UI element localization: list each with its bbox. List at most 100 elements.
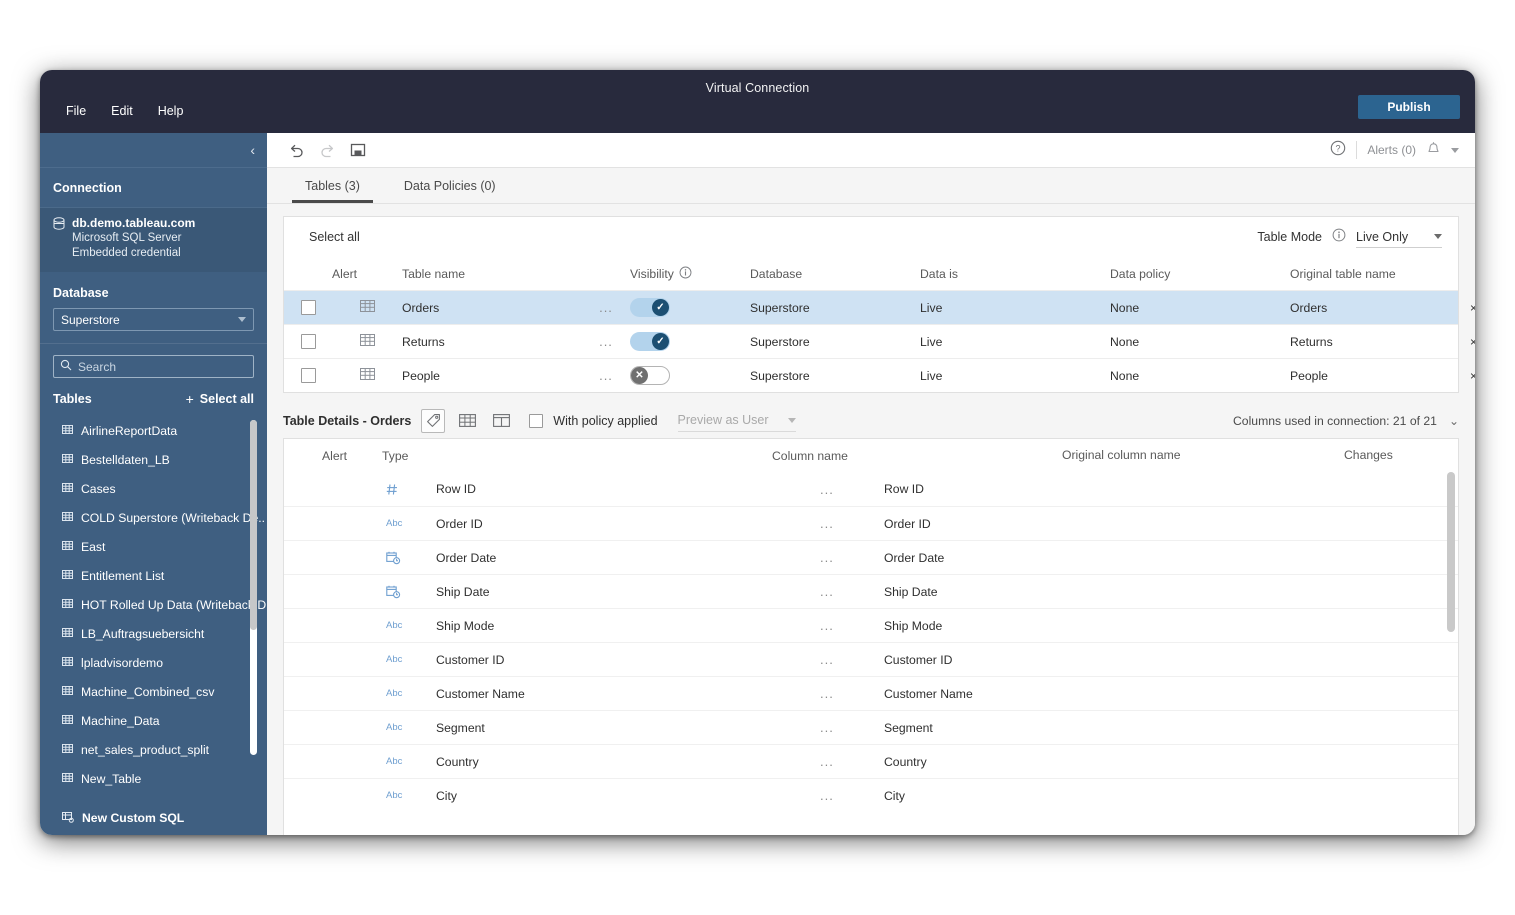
tables-panel-toolbar: Select all Table Mode Live Only <box>284 217 1458 257</box>
sidebar-scrollbar-track[interactable] <box>250 420 257 755</box>
column-type-icon <box>382 483 430 496</box>
sidebar-table-item[interactable]: COLD Superstore (Writeback De.. <box>53 503 267 532</box>
details-scrollbar-thumb[interactable] <box>1447 472 1455 632</box>
column-detail-row[interactable]: Row ID... Row ID <box>284 472 1458 506</box>
table-row[interactable]: Orders ... ✓ Superstore Live None Orders… <box>284 290 1475 324</box>
chevron-down-icon[interactable] <box>1451 147 1459 153</box>
sidebar-table-item[interactable]: Bestelldaten_LB <box>53 445 267 474</box>
bell-icon[interactable] <box>1426 140 1441 161</box>
preview-as-user-select[interactable]: Preview as User <box>677 410 796 432</box>
column-detail-row[interactable]: Order Date... Order Date <box>284 540 1458 574</box>
sidebar-table-label: Bestelldaten_LB <box>81 452 170 467</box>
row-menu-button[interactable]: ... <box>599 300 613 315</box>
save-icon[interactable] <box>345 137 371 163</box>
search-box[interactable] <box>53 355 254 378</box>
visibility-toggle[interactable]: ✕ <box>630 366 670 385</box>
sidebar-table-item[interactable]: Machine_Combined_csv <box>53 677 267 706</box>
column-menu-button[interactable]: ... <box>820 516 834 531</box>
table-grid-icon <box>62 598 73 612</box>
menu-edit[interactable]: Edit <box>111 104 133 118</box>
sidebar-table-item[interactable]: East <box>53 532 267 561</box>
table-row-data-is: Live <box>920 334 943 349</box>
table-mode-select[interactable]: Live Only <box>1356 226 1442 248</box>
with-policy-applied-checkbox[interactable] <box>529 413 544 428</box>
column-detail-row[interactable]: Abc Ship Mode... Ship Mode <box>284 608 1458 642</box>
tag-icon[interactable] <box>421 408 446 433</box>
details-scrollbar-track[interactable] <box>1447 472 1455 835</box>
column-menu-button[interactable]: ... <box>820 686 834 701</box>
table-mode-group: Table Mode Live Only <box>1257 226 1442 248</box>
sidebar-table-item[interactable]: lpladvisordemo <box>53 648 267 677</box>
table-grid-icon[interactable] <box>455 409 479 433</box>
column-detail-row[interactable]: Abc City... City <box>284 778 1458 812</box>
tables-panel: Select all Table Mode Live Only Alert Ta… <box>283 216 1475 393</box>
publish-button[interactable]: Publish <box>1358 95 1460 119</box>
sidebar-table-item[interactable]: Entitlement List <box>53 561 267 590</box>
info-icon[interactable] <box>679 266 692 282</box>
menu-file[interactable]: File <box>66 104 86 118</box>
row-checkbox[interactable] <box>300 300 316 315</box>
sidebar-table-item[interactable]: HOT Rolled Up Data (Writeback D.. <box>53 590 267 619</box>
column-menu-button[interactable]: ... <box>820 652 834 667</box>
sidebar-scrollbar-thumb[interactable] <box>250 420 257 630</box>
column-detail-original-name: Country <box>884 754 927 769</box>
visibility-toggle[interactable]: ✓ <box>630 298 670 317</box>
column-menu-button[interactable]: ... <box>820 584 834 599</box>
column-menu-button[interactable]: ... <box>820 754 834 769</box>
remove-table-icon[interactable]: × <box>1470 335 1475 349</box>
sidebar-table-item[interactable]: net_sales_product_split <box>53 735 267 764</box>
with-policy-applied-label[interactable]: With policy applied <box>553 414 657 428</box>
tab-data-policies[interactable]: Data Policies (0) <box>382 168 518 203</box>
sidebar-select-all-button[interactable]: + Select all <box>186 392 254 406</box>
help-circle-icon[interactable]: ? <box>1330 140 1346 161</box>
alerts-label[interactable]: Alerts (0) <box>1367 143 1416 157</box>
row-checkbox[interactable] <box>300 368 316 383</box>
table-grid-icon <box>62 482 73 496</box>
tab-tables[interactable]: Tables (3) <box>283 168 382 203</box>
table-row[interactable]: Returns ... ✓ Superstore Live None Retur… <box>284 324 1475 358</box>
chevron-left-icon[interactable]: ‹ <box>250 143 255 157</box>
new-custom-sql-button[interactable]: New Custom SQL <box>40 801 267 835</box>
table-grid-icon <box>62 743 73 757</box>
column-menu-button[interactable]: ... <box>820 618 834 633</box>
column-detail-row[interactable]: Abc Country... Country <box>284 744 1458 778</box>
col-header-alert: Alert <box>332 266 358 281</box>
info-icon[interactable] <box>1332 228 1346 247</box>
column-detail-row[interactable]: Abc Customer Name... Customer Name <box>284 676 1458 710</box>
sidebar-table-label: East <box>81 539 106 554</box>
column-detail-row[interactable]: Abc Segment... Segment <box>284 710 1458 744</box>
row-checkbox[interactable] <box>300 334 316 349</box>
connection-card[interactable]: db.demo.tableau.com Microsoft SQL Server… <box>40 207 267 272</box>
sidebar-table-item[interactable]: Cases <box>53 474 267 503</box>
undo-icon[interactable] <box>283 137 309 163</box>
sidebar-tables-list[interactable]: AirlineReportData Bestelldaten_LB Cases <box>40 416 267 801</box>
table-grid-icon <box>62 627 73 641</box>
table-row-original-name: Orders <box>1290 300 1328 315</box>
column-detail-row[interactable]: Abc Order ID... Order ID <box>284 506 1458 540</box>
database-select[interactable]: Superstore <box>53 308 254 331</box>
sidebar-table-label: LB_Auftragsuebersicht <box>81 626 205 641</box>
column-menu-button[interactable]: ... <box>820 788 834 803</box>
remove-table-icon[interactable]: × <box>1470 369 1475 383</box>
row-menu-button[interactable]: ... <box>599 334 613 349</box>
tables-select-all-label[interactable]: Select all <box>309 230 360 244</box>
row-menu-button[interactable]: ... <box>599 368 613 383</box>
sidebar-table-item[interactable]: New_Table <box>53 764 267 793</box>
sidebar-table-item[interactable]: LB_Auftragsuebersicht <box>53 619 267 648</box>
visibility-toggle[interactable]: ✓ <box>630 332 670 351</box>
table-row[interactable]: People ... ✕ Superstore Live None People… <box>284 358 1475 392</box>
menu-help[interactable]: Help <box>158 104 184 118</box>
column-menu-button[interactable]: ... <box>820 482 834 497</box>
sidebar-table-item[interactable]: Machine_Data <box>53 706 267 735</box>
col-header-database: Database <box>750 266 803 281</box>
redo-icon[interactable] <box>314 137 340 163</box>
remove-table-icon[interactable]: × <box>1470 301 1475 315</box>
column-detail-row[interactable]: Abc Customer ID... Customer ID <box>284 642 1458 676</box>
column-menu-button[interactable]: ... <box>820 550 834 565</box>
layout-panels-icon[interactable] <box>489 409 513 433</box>
sidebar-table-item[interactable]: AirlineReportData <box>53 416 267 445</box>
chevron-down-icon[interactable]: ⌄ <box>1449 414 1459 428</box>
search-input[interactable] <box>78 359 247 374</box>
column-menu-button[interactable]: ... <box>820 720 834 735</box>
column-detail-row[interactable]: Ship Date... Ship Date <box>284 574 1458 608</box>
